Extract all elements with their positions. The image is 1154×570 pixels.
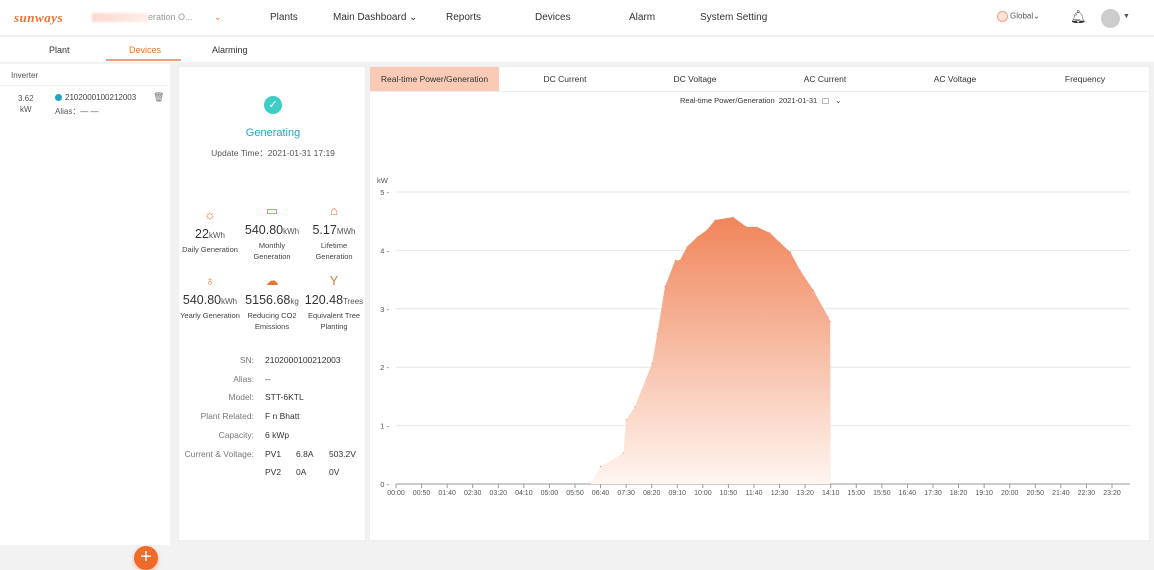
- x-tick-label: 12:30: [771, 490, 789, 497]
- data-point: [829, 321, 831, 323]
- x-tick-label: 02:30: [464, 490, 482, 497]
- data-point: [656, 332, 658, 334]
- x-tick-label: 18:20: [950, 490, 968, 497]
- data-point: [686, 246, 688, 248]
- x-tick-label: 08:20: [643, 490, 661, 497]
- x-tick-label: 21:40: [1052, 490, 1070, 497]
- data-point: [799, 269, 801, 271]
- data-point: [625, 419, 627, 421]
- data-point: [830, 483, 832, 485]
- data-point: [664, 286, 666, 288]
- data-point: [589, 483, 591, 485]
- x-tick-label: 20:00: [1001, 490, 1019, 497]
- x-tick-label: 16:40: [899, 490, 917, 497]
- x-tick-label: 00:50: [413, 490, 431, 497]
- x-tick-label: 22:30: [1078, 490, 1096, 497]
- data-point: [789, 251, 791, 253]
- data-point: [827, 316, 829, 318]
- data-point: [634, 406, 636, 408]
- power-area: [590, 217, 831, 484]
- data-point: [622, 452, 625, 454]
- y-tick-label: 1 -: [380, 422, 389, 431]
- x-tick-label: 09:10: [669, 490, 687, 497]
- x-tick-label: 03:20: [490, 490, 508, 497]
- x-tick-label: 15:00: [848, 490, 866, 497]
- data-point: [706, 229, 708, 231]
- x-tick-label: 04:10: [515, 490, 533, 497]
- y-tick-label: 2 -: [380, 363, 389, 372]
- y-tick-label: 0 -: [380, 480, 389, 489]
- data-point: [674, 259, 676, 261]
- x-tick-label: 17:30: [924, 490, 942, 497]
- x-tick-label: 23:20: [1103, 490, 1121, 497]
- y-tick-label: 5 -: [380, 188, 389, 197]
- x-tick-label: 14:10: [822, 490, 840, 497]
- y-axis-label: kW: [377, 176, 389, 185]
- x-tick-label: 07:30: [617, 490, 635, 497]
- power-chart: 0 - 1 - 2 - 3 - 4 - 5 - kW 00:00 00:50 01:40 02:30…: [377, 176, 1130, 497]
- x-tick-label: 10:00: [694, 490, 712, 497]
- x-tick-label: 13:20: [796, 490, 814, 497]
- x-tick-label: 01:40: [438, 490, 456, 497]
- y-tick-label: 3 -: [380, 305, 389, 314]
- x-tick-label: 05:00: [541, 490, 559, 497]
- y-tick-label: 4 -: [380, 246, 389, 255]
- data-point: [769, 232, 771, 234]
- x-tick-label: 06:40: [592, 490, 610, 497]
- data-point: [746, 226, 748, 228]
- data-point: [756, 226, 758, 228]
- data-point: [714, 219, 716, 221]
- x-tick-label: 05:50: [566, 490, 584, 497]
- x-tick-label: 10:50: [720, 490, 738, 497]
- x-tick-label: 19:10: [975, 490, 993, 497]
- data-point: [812, 289, 814, 291]
- x-tick-label: 00:00: [387, 490, 405, 497]
- x-tick-label: 20:50: [1027, 490, 1045, 497]
- data-point: [679, 259, 681, 261]
- data-point: [696, 236, 698, 238]
- data-point: [651, 362, 653, 364]
- add-device-button[interactable]: +: [134, 546, 158, 570]
- data-point: [732, 216, 734, 218]
- data-point: [599, 465, 602, 468]
- x-tick-label: 11:40: [746, 490, 763, 497]
- data-point: [779, 242, 781, 244]
- x-tick-label: 15:50: [873, 490, 891, 497]
